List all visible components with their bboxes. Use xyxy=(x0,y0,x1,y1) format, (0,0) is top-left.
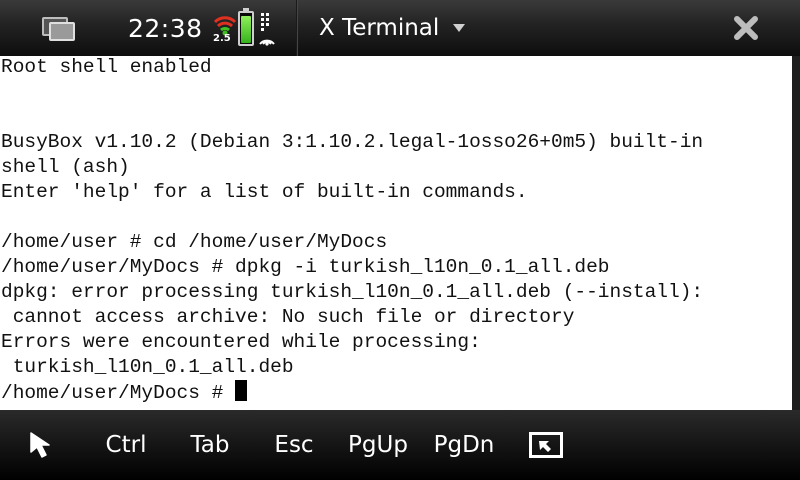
ctrl-key-button[interactable]: Ctrl xyxy=(98,410,154,480)
battery-level-fill xyxy=(241,16,251,43)
key-toolbar: Ctrl Tab Esc PgUp PgDn xyxy=(0,410,800,480)
esc-key-button[interactable]: Esc xyxy=(266,410,322,480)
close-icon xyxy=(734,16,758,40)
close-button[interactable] xyxy=(722,0,770,56)
shell-prompt: /home/user/MyDocs # xyxy=(1,382,236,404)
terminal-line: dpkg: error processing turkish_l10n_0.1_… xyxy=(1,281,704,303)
terminal-area[interactable]: Root shell enabled BusyBox v1.10.2 (Debia… xyxy=(0,56,792,410)
terminal-output: Root shell enabled BusyBox v1.10.2 (Debia… xyxy=(1,56,703,405)
status-indicators[interactable]: 2.5 xyxy=(208,0,278,56)
terminal-line: Errors were encountered while processing… xyxy=(1,331,481,353)
terminal-line: BusyBox v1.10.2 (Debian 3:1.10.2.legal-1… xyxy=(1,131,704,153)
terminal-scrollbar[interactable] xyxy=(792,56,800,410)
prompt-line: /home/user/MyDocs # xyxy=(1,380,703,405)
task-switcher-icon[interactable] xyxy=(34,0,80,56)
chevron-down-icon xyxy=(453,24,465,32)
status-bar: 22:38 2.5 X Terminal xyxy=(0,0,800,57)
text-cursor xyxy=(235,380,248,401)
terminal-line: shell (ash) xyxy=(1,156,130,178)
terminal-line: Enter 'help' for a list of built-in comm… xyxy=(1,181,528,203)
window-title-menu[interactable]: X Terminal xyxy=(296,0,476,56)
connection-icon xyxy=(259,13,275,46)
tab-key-button[interactable]: Tab xyxy=(182,410,238,480)
pointer-button[interactable] xyxy=(18,410,68,480)
battery-icon xyxy=(238,8,254,46)
terminal-line: cannot access archive: No such file or d… xyxy=(1,306,575,328)
fullscreen-icon xyxy=(529,432,563,458)
terminal-line: Root shell enabled xyxy=(1,56,212,78)
pgup-key-button[interactable]: PgUp xyxy=(342,410,414,480)
network-type-label: 2.5 xyxy=(213,33,231,44)
clock[interactable]: 22:38 xyxy=(128,0,203,56)
pointer-arrow-icon xyxy=(30,432,50,458)
fullscreen-button[interactable] xyxy=(522,410,570,480)
window-front-shape xyxy=(49,22,75,41)
terminal-line: /home/user/MyDocs # dpkg -i turkish_l10n… xyxy=(1,256,610,278)
pgdn-key-button[interactable]: PgDn xyxy=(428,410,500,480)
terminal-line: /home/user # cd /home/user/MyDocs xyxy=(1,231,388,253)
window-title: X Terminal xyxy=(319,15,440,41)
terminal-line: turkish_l10n_0.1_all.deb xyxy=(1,356,294,378)
